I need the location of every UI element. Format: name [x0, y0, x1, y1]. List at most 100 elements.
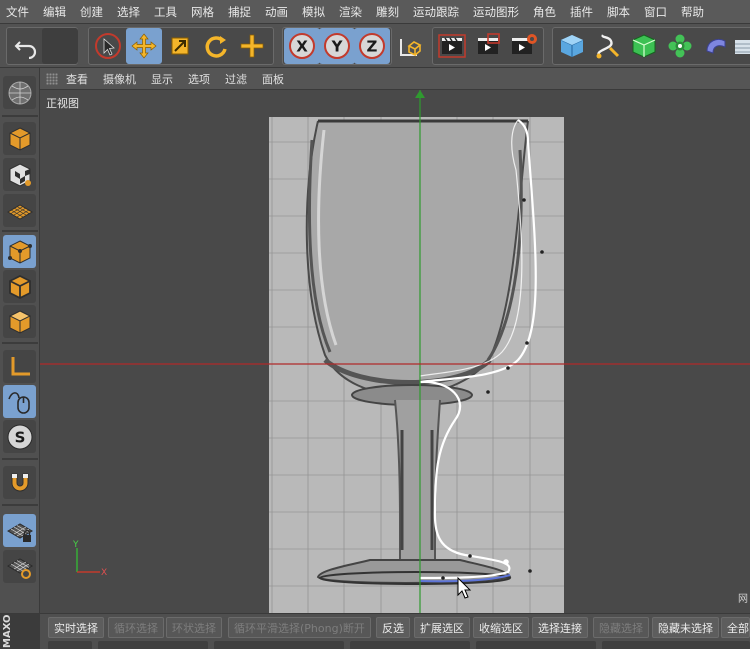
z-axis-icon: Z [359, 33, 385, 59]
viewport-canvas[interactable]: Y X [40, 90, 750, 613]
render-settings-button[interactable] [506, 28, 542, 64]
live-selection-command-button[interactable]: 实时选择 [48, 617, 104, 638]
menu-mesh[interactable]: 网格 [191, 4, 214, 20]
model-mode-button[interactable] [3, 122, 36, 155]
live-selection-tool-button[interactable] [90, 28, 126, 64]
menu-file[interactable]: 文件 [6, 4, 29, 20]
viewport-menu-cameras[interactable]: 摄像机 [103, 71, 136, 87]
menu-plugins[interactable]: 插件 [570, 4, 593, 20]
secondary-tool-button[interactable] [214, 641, 344, 649]
coordinate-system-button[interactable] [392, 28, 428, 64]
unhide-all-button[interactable]: 全部 [721, 617, 750, 638]
menu-window[interactable]: 窗口 [644, 4, 667, 20]
secondary-tool-button[interactable] [476, 641, 596, 649]
secondary-tool-button[interactable] [98, 641, 208, 649]
svg-text:Z: Z [367, 38, 378, 56]
menu-select[interactable]: 选择 [117, 4, 140, 20]
cinema4d-window: 文件 编辑 创建 选择 工具 网格 捕捉 动画 模拟 渲染 雕刻 运动跟踪 运动… [0, 0, 750, 649]
clapboard-icon [438, 34, 466, 58]
magnet-button[interactable] [3, 466, 36, 499]
scene-button[interactable] [732, 28, 750, 64]
viewport-menu-view[interactable]: 查看 [66, 71, 88, 87]
make-editable-button[interactable] [3, 76, 36, 109]
polygons-mode-button[interactable] [3, 305, 36, 338]
gizmo-x-label: X [101, 568, 107, 578]
axis-mode-button[interactable] [3, 350, 36, 383]
menu-simulate[interactable]: 模拟 [302, 4, 325, 20]
ring-selection-button[interactable]: 环状选择 [166, 617, 222, 638]
snap-s-icon: S [7, 424, 32, 449]
locked-workplane-button[interactable] [3, 514, 36, 547]
undo-button[interactable] [8, 28, 44, 64]
recent-tool-button[interactable] [234, 28, 270, 64]
menu-create[interactable]: 创建 [80, 4, 103, 20]
y-axis-lock-button[interactable]: Y [319, 28, 355, 64]
cube-object-button[interactable] [554, 28, 590, 64]
menu-help[interactable]: 帮助 [681, 4, 704, 20]
y-axis-arrow-icon [415, 90, 425, 98]
render-view-button[interactable] [434, 28, 470, 64]
deformer-button[interactable] [698, 28, 734, 64]
scale-tool-button[interactable] [162, 28, 198, 64]
secondary-tool-button[interactable] [350, 641, 470, 649]
shrink-selection-button[interactable]: 收缩选区 [473, 617, 529, 638]
sidebar-divider [2, 230, 38, 232]
move-tool-button[interactable] [126, 28, 162, 64]
viewport-menu-bar: 查看 摄像机 显示 选项 过滤 面板 [40, 68, 750, 90]
texture-mode-button[interactable] [3, 158, 36, 191]
scene-icon [735, 40, 750, 54]
glass-photo [305, 119, 529, 585]
front-viewport[interactable]: Y X 正视图 网 [40, 90, 750, 613]
sidebar-divider [2, 115, 38, 117]
spline-pen-button[interactable] [590, 28, 626, 64]
workplane-button[interactable] [3, 194, 36, 227]
drag-handle-icon[interactable] [46, 72, 58, 85]
menu-sculpt[interactable]: 雕刻 [376, 4, 399, 20]
edges-mode-button[interactable] [3, 270, 36, 303]
menu-motion-tracking[interactable]: 运动跟踪 [413, 4, 459, 20]
menu-character[interactable]: 角色 [533, 4, 556, 20]
planar-workplane-button[interactable] [3, 550, 36, 583]
secondary-tool-button[interactable] [602, 641, 750, 649]
subdivision-cube-icon [632, 34, 656, 58]
menu-script[interactable]: 脚本 [607, 4, 630, 20]
invert-selection-button[interactable]: 反选 [376, 617, 410, 638]
viewport-menu-filter[interactable]: 过滤 [225, 71, 247, 87]
viewport-menu-display[interactable]: 显示 [151, 71, 173, 87]
subdivision-surface-button[interactable] [626, 28, 662, 64]
menu-edit[interactable]: 编辑 [43, 4, 66, 20]
phong-break-selection-button[interactable]: 循环平滑选择(Phong)断开 [228, 617, 371, 638]
bend-deformer-icon [706, 38, 726, 54]
rotate-tool-button[interactable] [198, 28, 234, 64]
sidebar-divider [2, 342, 38, 344]
points-cube-icon [7, 239, 32, 264]
viewport-menu-options[interactable]: 选项 [188, 71, 210, 87]
hide-selected-button[interactable]: 隐藏选择 [593, 617, 649, 638]
points-mode-button[interactable] [3, 235, 36, 268]
viewport-menu-panel[interactable]: 面板 [262, 71, 284, 87]
select-connected-button[interactable]: 选择连接 [532, 617, 588, 638]
lock-grid-icon [6, 522, 33, 542]
z-axis-lock-button[interactable]: Z [354, 28, 390, 64]
rotate-icon [205, 36, 227, 58]
menu-mograph[interactable]: 运动图形 [473, 4, 519, 20]
menu-animate[interactable]: 动画 [265, 4, 288, 20]
tweak-mode-button[interactable] [3, 385, 36, 418]
gizmo-y-label: Y [72, 540, 79, 550]
cube-icon [560, 35, 584, 57]
secondary-tool-button[interactable] [48, 641, 92, 649]
menu-snap[interactable]: 捕捉 [228, 4, 251, 20]
render-region-button[interactable] [470, 28, 506, 64]
x-axis-lock-button[interactable]: X [284, 28, 320, 64]
redo-button[interactable] [42, 28, 78, 64]
grow-selection-button[interactable]: 扩展选区 [414, 617, 470, 638]
menu-tools[interactable]: 工具 [154, 4, 177, 20]
axis-l-icon [11, 356, 30, 375]
coordinate-system-icon [400, 39, 422, 57]
hide-unselected-button[interactable]: 隐藏未选择 [652, 617, 719, 638]
loop-selection-button[interactable]: 循环选择 [108, 617, 164, 638]
cloner-button[interactable] [662, 28, 698, 64]
undo-icon [14, 41, 37, 59]
menu-render[interactable]: 渲染 [339, 4, 362, 20]
snap-button[interactable]: S [3, 420, 36, 453]
